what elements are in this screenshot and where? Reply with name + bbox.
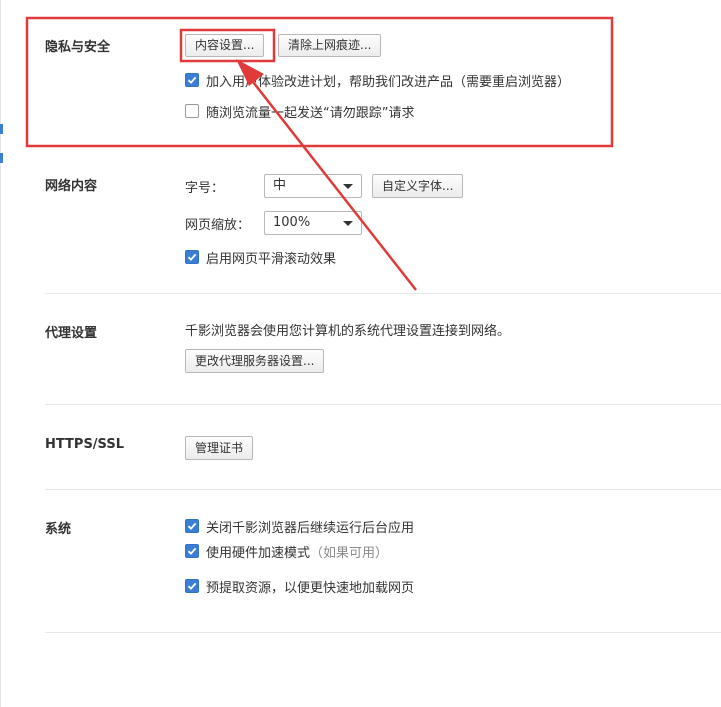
- smooth-scroll-label: 启用网页平滑滚动效果: [206, 251, 337, 267]
- left-edge-divider: [0, 0, 1, 707]
- smooth-scroll-option[interactable]: 启用网页平滑滚动效果: [185, 248, 337, 267]
- section-divider: [45, 293, 721, 294]
- proxy-description: 千影浏览器会使用您计算机的系统代理设置连接到网络。: [185, 324, 511, 339]
- ux-program-note: （需要重启浏览器）: [453, 74, 571, 90]
- prefetch-checkbox[interactable]: [185, 579, 199, 593]
- hw-accel-note: （如果可用）: [310, 545, 389, 561]
- zoom-label: 网页缩放：: [185, 218, 251, 233]
- dnt-checkbox[interactable]: [185, 104, 199, 118]
- custom-font-button[interactable]: 自定义字体...: [372, 174, 464, 198]
- dnt-option[interactable]: 随浏览流量一起发送“请勿跟踪”请求: [185, 102, 415, 121]
- change-proxy-button[interactable]: 更改代理服务器设置...: [185, 349, 325, 373]
- check-icon: [187, 253, 197, 261]
- chevron-down-icon: [343, 221, 353, 226]
- font-size-value: 中: [273, 178, 287, 193]
- manage-certificates-button[interactable]: 管理证书: [185, 436, 254, 460]
- section-title-web-content: 网络内容: [45, 179, 98, 194]
- left-scroll-marker: [0, 124, 3, 134]
- zoom-select[interactable]: 100%: [264, 211, 362, 235]
- prefetch-label: 预提取资源，以便更快速地加载网页: [206, 580, 415, 596]
- check-icon: [187, 547, 197, 555]
- section-divider: [45, 404, 721, 405]
- ux-program-checkbox[interactable]: [185, 73, 199, 87]
- background-run-checkbox[interactable]: [185, 519, 199, 533]
- section-title-proxy: 代理设置: [45, 326, 98, 341]
- font-size-select[interactable]: 中: [264, 174, 362, 198]
- font-size-label: 字号：: [185, 181, 225, 196]
- smooth-scroll-checkbox[interactable]: [185, 250, 199, 264]
- chevron-down-icon: [343, 184, 353, 189]
- section-divider: [45, 632, 721, 633]
- prefetch-option[interactable]: 预提取资源，以便更快速地加载网页: [185, 577, 415, 596]
- background-run-option[interactable]: 关闭千影浏览器后继续运行后台应用: [185, 517, 415, 536]
- check-icon: [187, 582, 197, 590]
- background-run-label: 关闭千影浏览器后继续运行后台应用: [206, 520, 415, 536]
- section-title-privacy: 隐私与安全: [45, 40, 111, 55]
- clear-history-button[interactable]: 清除上网痕迹...: [278, 34, 382, 57]
- hw-accel-option[interactable]: 使用硬件加速模式 （如果可用）: [185, 542, 389, 561]
- content-settings-button[interactable]: 内容设置...: [185, 34, 265, 57]
- left-scroll-marker: [0, 153, 3, 163]
- ux-program-option[interactable]: 加入用户体验改进计划，帮助我们改进产品 （需要重启浏览器）: [185, 71, 571, 90]
- zoom-value: 100%: [273, 215, 311, 230]
- check-icon: [187, 522, 197, 530]
- section-divider: [45, 489, 721, 490]
- hw-accel-label: 使用硬件加速模式: [206, 545, 311, 561]
- dnt-label: 随浏览流量一起发送“请勿跟踪”请求: [206, 105, 415, 121]
- section-title-https: HTTPS/SSL: [45, 437, 124, 452]
- ux-program-label: 加入用户体验改进计划，帮助我们改进产品: [206, 74, 454, 90]
- hw-accel-checkbox[interactable]: [185, 544, 199, 558]
- check-icon: [187, 76, 197, 84]
- section-title-system: 系统: [45, 522, 72, 537]
